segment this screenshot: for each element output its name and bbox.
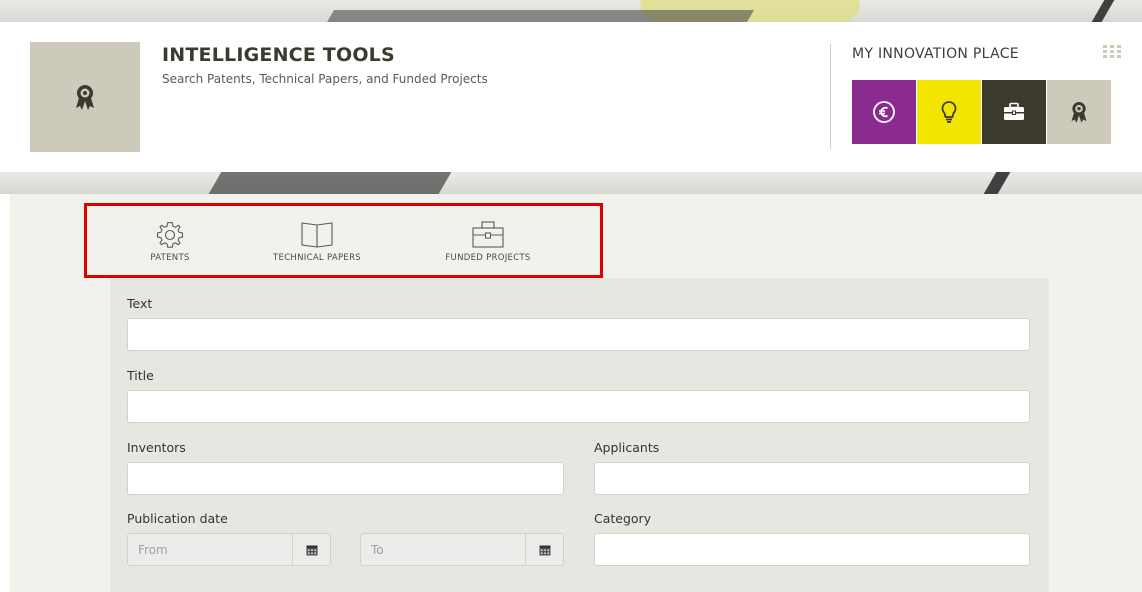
book-icon	[301, 222, 333, 248]
date-from-calendar-button[interactable]	[293, 533, 331, 566]
projects-tile[interactable]	[982, 80, 1046, 144]
applicants-input[interactable]	[594, 462, 1030, 495]
text-label: Text	[127, 296, 153, 311]
date-to-input[interactable]	[360, 533, 526, 566]
mid-banner-image	[0, 172, 1142, 194]
tab-patents-label: PATENTS	[150, 253, 190, 263]
page-subtitle: Search Patents, Technical Papers, and Fu…	[162, 72, 488, 86]
tab-patents[interactable]: PATENTS	[138, 220, 202, 263]
category-input[interactable]	[594, 533, 1030, 566]
briefcase-icon	[472, 221, 504, 248]
top-banner-image	[0, 0, 1142, 22]
gear-icon	[156, 221, 184, 248]
category-label: Category	[594, 511, 652, 526]
applicants-label: Applicants	[594, 440, 660, 455]
tab-funded-projects-label: FUNDED PROJECTS	[445, 253, 531, 263]
title-input[interactable]	[127, 390, 1030, 423]
innovation-place-tiles	[852, 80, 1111, 144]
date-to-calendar-button[interactable]	[526, 533, 564, 566]
inventors-input[interactable]	[127, 462, 564, 495]
page-title: INTELLIGENCE TOOLS	[162, 44, 395, 66]
briefcase-icon	[1004, 102, 1024, 120]
app-logo[interactable]	[30, 42, 140, 152]
app-header: INTELLIGENCE TOOLS Search Patents, Techn…	[0, 22, 1142, 172]
euro-icon	[873, 101, 895, 123]
lightbulb-icon	[941, 101, 957, 123]
inventors-label: Inventors	[127, 440, 186, 455]
award-icon	[76, 85, 94, 110]
ideas-tile[interactable]	[917, 80, 981, 144]
calendar-icon	[539, 545, 550, 555]
calendar-icon	[306, 545, 317, 555]
award-icon	[1071, 102, 1087, 123]
intelligence-tools-tile[interactable]	[1047, 80, 1111, 144]
title-label: Title	[127, 368, 154, 383]
text-input[interactable]	[127, 318, 1030, 351]
funding-tile[interactable]	[852, 80, 916, 144]
apps-grid-icon[interactable]	[1103, 45, 1121, 59]
tab-technical-papers-label: TECHNICAL PAPERS	[273, 253, 361, 263]
tab-technical-papers[interactable]: TECHNICAL PAPERS	[262, 220, 372, 263]
publication-date-label: Publication date	[127, 511, 228, 526]
date-from-input[interactable]	[127, 533, 293, 566]
innovation-place-title: MY INNOVATION PLACE	[852, 46, 1019, 62]
header-divider	[830, 44, 831, 149]
tab-funded-projects[interactable]: FUNDED PROJECTS	[438, 220, 538, 263]
